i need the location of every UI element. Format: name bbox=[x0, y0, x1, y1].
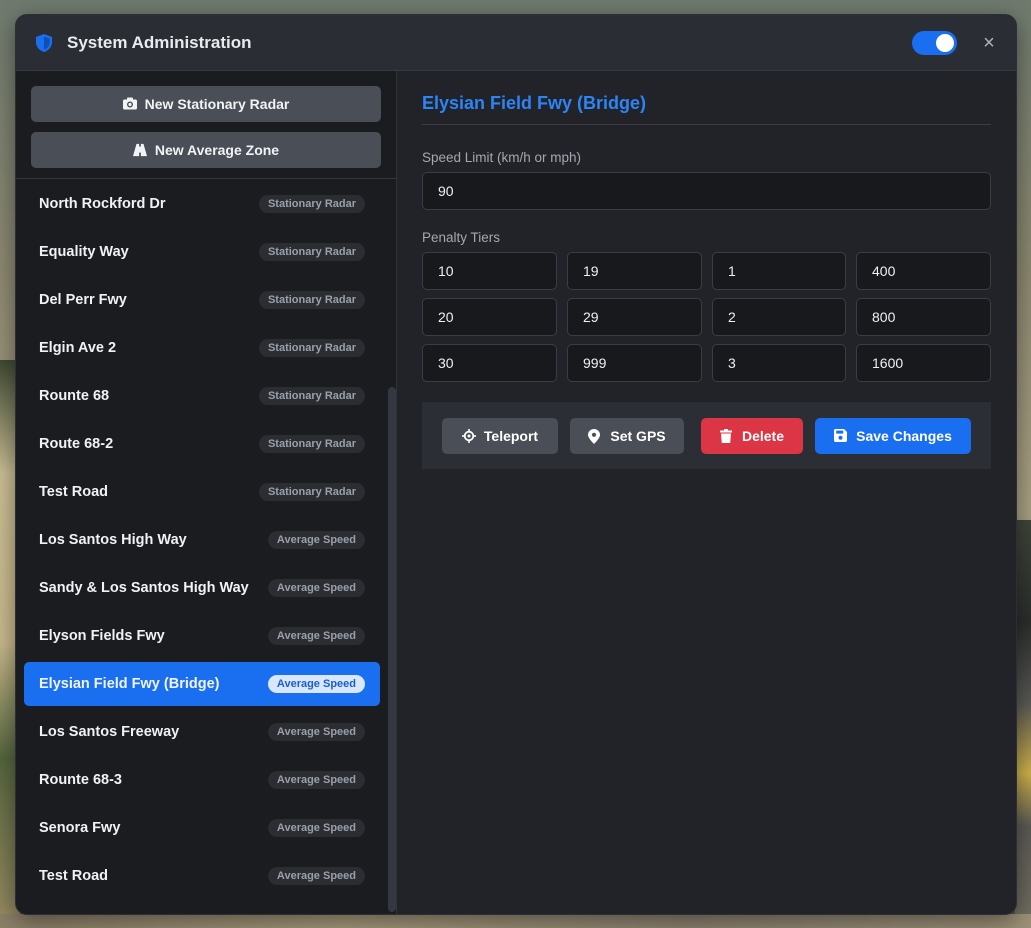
penalty-tiers-label: Penalty Tiers bbox=[422, 230, 501, 245]
penalty-tier-input[interactable]: 19 bbox=[567, 252, 702, 290]
list-scrollbar[interactable] bbox=[388, 387, 396, 912]
list-item[interactable]: Senora Fwy Average Speed bbox=[24, 806, 380, 850]
zone-list: North Rockford Dr Stationary Radar Equalit… bbox=[16, 179, 396, 912]
camera-icon bbox=[122, 97, 137, 111]
list-item-type-badge: Average Speed bbox=[267, 723, 365, 741]
penalty-tiers-grid: 10 19 1 400 20 29 2 800 30 999 3 1600 bbox=[422, 252, 991, 382]
speed-limit-label: Speed Limit (km/h or mph) bbox=[422, 150, 582, 165]
sidebar-actions: New Stationary Radar New Average Zone bbox=[16, 71, 396, 179]
penalty-tier-input[interactable]: 20 bbox=[422, 298, 557, 336]
save-changes-label: Save Changes bbox=[856, 427, 952, 444]
list-item-type-badge: Stationary Radar bbox=[258, 243, 365, 261]
new-stationary-radar-button[interactable]: New Stationary Radar bbox=[31, 86, 381, 122]
title-bar: System Administration × bbox=[16, 15, 1016, 71]
list-item-name: Elyson Fields Fwy bbox=[39, 628, 165, 644]
save-icon bbox=[834, 428, 848, 443]
map-pin-icon bbox=[588, 428, 602, 444]
delete-label: Delete bbox=[741, 427, 785, 444]
close-button[interactable]: × bbox=[980, 33, 998, 53]
penalty-tier-input[interactable]: 1 bbox=[712, 252, 846, 290]
list-item-type-badge: Stationary Radar bbox=[258, 435, 365, 453]
speed-limit-input[interactable]: 90 bbox=[422, 172, 991, 210]
penalty-tier-input[interactable]: 3 bbox=[712, 344, 846, 382]
admin-window: System Administration × New Stationary R… bbox=[15, 14, 1017, 915]
window-title: System Administration bbox=[67, 32, 252, 52]
list-item-type-badge: Stationary Radar bbox=[258, 483, 365, 501]
list-item-type-badge: Average Speed bbox=[267, 531, 365, 549]
list-item-name: Del Perr Fwy bbox=[39, 292, 127, 308]
list-item-name: Los Santos High Way bbox=[39, 532, 187, 548]
list-item-name: Los Santos Freeway bbox=[39, 724, 180, 740]
trash-icon bbox=[719, 428, 734, 443]
list-item-name: Test Road bbox=[39, 868, 109, 884]
list-item-name: Rounte 68 bbox=[39, 388, 110, 404]
list-item-name: Elysian Field Fwy (Bridge) bbox=[39, 676, 220, 692]
list-item-type-badge: Stationary Radar bbox=[258, 195, 365, 213]
list-item-type-badge: Average Speed bbox=[267, 627, 365, 645]
list-item-name: Route 68-2 bbox=[39, 436, 114, 452]
list-item[interactable]: Los Santos High Way Average Speed bbox=[24, 518, 380, 562]
list-item[interactable]: Rounte 68-3 Average Speed bbox=[24, 758, 380, 802]
set-gps-button[interactable]: Set GPS bbox=[570, 417, 684, 454]
list-item-type-badge: Average Speed bbox=[267, 819, 365, 837]
action-toolbar: Teleport Set GPS Delete Save Changes bbox=[422, 402, 991, 469]
list-item[interactable]: Elyson Fields Fwy Average Speed bbox=[24, 614, 380, 658]
crosshair-icon bbox=[461, 428, 476, 443]
penalty-tier-input[interactable]: 999 bbox=[567, 344, 702, 382]
list-item-name: Rounte 68-3 bbox=[39, 772, 122, 788]
delete-button[interactable]: Delete bbox=[701, 417, 803, 454]
set-gps-label: Set GPS bbox=[610, 427, 666, 444]
list-item-type-badge: Average Speed bbox=[267, 771, 365, 789]
list-item[interactable]: Test Road Stationary Radar bbox=[24, 470, 380, 514]
road-icon bbox=[132, 143, 147, 157]
penalty-tier-input[interactable]: 2 bbox=[712, 298, 846, 336]
list-item[interactable]: Route 68-2 Stationary Radar bbox=[24, 422, 380, 466]
list-item[interactable]: Equality Way Stationary Radar bbox=[24, 230, 380, 274]
list-item-name: Equality Way bbox=[39, 244, 129, 260]
list-item[interactable]: Sandy & Los Santos High Way Average Speed bbox=[24, 566, 380, 610]
background-right bbox=[1015, 520, 1031, 928]
list-item[interactable]: Elysian Field Fwy (Bridge) Average Speed bbox=[24, 662, 380, 706]
list-item-type-badge: Average Speed bbox=[267, 579, 365, 597]
penalty-tier-input[interactable]: 30 bbox=[422, 344, 557, 382]
list-item[interactable]: Elgin Ave 2 Stationary Radar bbox=[24, 326, 380, 370]
teleport-label: Teleport bbox=[483, 427, 539, 444]
list-item-type-badge: Stationary Radar bbox=[258, 387, 365, 405]
background-bottom bbox=[0, 914, 1031, 928]
penalty-tier-input[interactable]: 400 bbox=[856, 252, 991, 290]
list-item-name: North Rockford Dr bbox=[39, 196, 166, 212]
list-item-type-badge: Stationary Radar bbox=[258, 339, 365, 357]
list-item[interactable]: Test Road Average Speed bbox=[24, 854, 380, 898]
teleport-button[interactable]: Teleport bbox=[442, 417, 558, 454]
zone-title: Elysian Field Fwy (Bridge) bbox=[422, 93, 991, 125]
penalty-tier-input[interactable]: 29 bbox=[567, 298, 702, 336]
list-item-name: Senora Fwy bbox=[39, 820, 121, 836]
list-item-name: Sandy & Los Santos High Way bbox=[39, 580, 249, 596]
list-item-type-badge: Average Speed bbox=[267, 867, 365, 885]
system-toggle[interactable] bbox=[912, 30, 957, 55]
list-item-name: Test Road bbox=[39, 484, 109, 500]
list-item-name: Elgin Ave 2 bbox=[39, 340, 117, 356]
save-changes-button[interactable]: Save Changes bbox=[815, 417, 971, 454]
list-item[interactable]: Del Perr Fwy Stationary Radar bbox=[24, 278, 380, 322]
list-item[interactable]: Los Santos Freeway Average Speed bbox=[24, 710, 380, 754]
penalty-tier-input[interactable]: 10 bbox=[422, 252, 557, 290]
penalty-tier-input[interactable]: 1600 bbox=[856, 344, 991, 382]
new-stationary-radar-label: New Stationary Radar bbox=[144, 96, 290, 112]
list-item-type-badge: Average Speed bbox=[267, 675, 365, 693]
list-item-type-badge: Stationary Radar bbox=[258, 291, 365, 309]
new-average-zone-button[interactable]: New Average Zone bbox=[31, 132, 381, 168]
detail-panel: Elysian Field Fwy (Bridge) Speed Limit (… bbox=[397, 71, 1016, 914]
penalty-tier-input[interactable]: 800 bbox=[856, 298, 991, 336]
toggle-knob bbox=[936, 33, 954, 52]
shield-icon bbox=[36, 33, 52, 52]
list-item[interactable]: Rounte 68 Stationary Radar bbox=[24, 374, 380, 418]
list-item[interactable]: North Rockford Dr Stationary Radar bbox=[24, 182, 380, 226]
sidebar: New Stationary Radar New Average Zone No… bbox=[16, 71, 397, 914]
new-average-zone-label: New Average Zone bbox=[154, 142, 280, 158]
